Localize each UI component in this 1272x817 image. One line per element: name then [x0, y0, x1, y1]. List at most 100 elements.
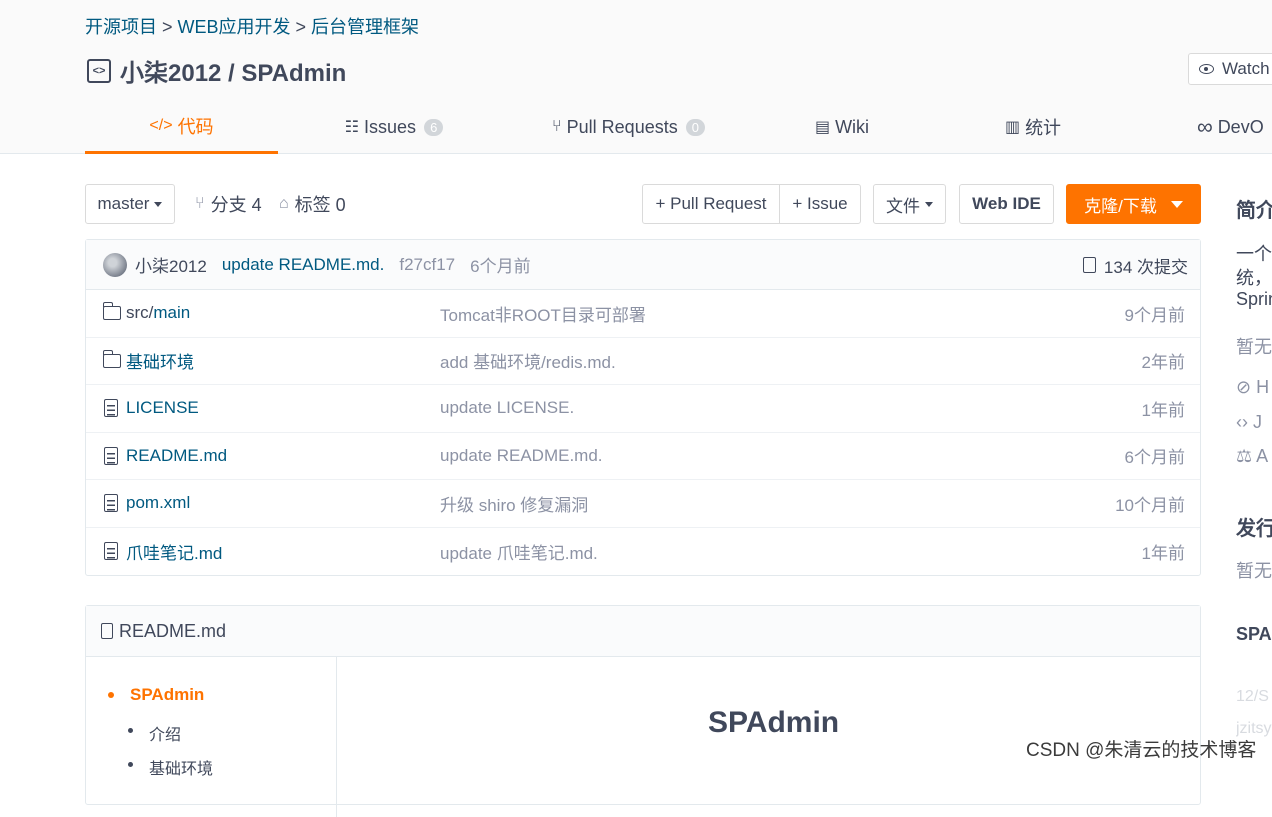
language-icon: ‹› J [1236, 412, 1262, 432]
eye-icon [1199, 64, 1214, 74]
intro-text-line: Sprin [1236, 289, 1272, 309]
file-name[interactable]: 爪哇笔记.md [126, 539, 222, 564]
file-row[interactable]: LICENSE update LICENSE. 1年前 [86, 385, 1200, 433]
folder-icon [102, 302, 121, 320]
file-name[interactable]: src/main [126, 303, 190, 323]
tab-label: 代码 [177, 116, 214, 137]
breadcrumb-item-admin-framework[interactable]: 后台管理框架 [311, 17, 419, 37]
new-pull-request-button[interactable]: + Pull Request [642, 184, 780, 224]
commit-count-link[interactable]: 134 次提交 [1082, 240, 1188, 290]
tab-label: DevO [1217, 116, 1264, 137]
pull-requests-count-badge: 0 [685, 118, 705, 136]
tab-devops[interactable]: ∞ DevO [1197, 100, 1272, 154]
intro-title: 简介 [1236, 200, 1272, 222]
file-time: 10个月前 [1115, 495, 1185, 515]
breadcrumb-separator: > [295, 17, 307, 37]
tag-icon: ⌂ [279, 195, 289, 212]
chevron-down-icon [1170, 200, 1183, 208]
tab-issues[interactable]: ☷ Issues 6 [344, 100, 444, 154]
branch-select-value: master [97, 194, 150, 213]
toc-item-env[interactable]: 基础环境 [127, 755, 213, 779]
license-icon: ⚖ A [1236, 446, 1269, 466]
toc-item-spadmin[interactable]: SPAdmin [107, 685, 204, 705]
repo-sidebar: 简介 一个 统， Sprin 暂无 ⊘ H ‹› J ⚖ A 发行 暂无 SPA… [1236, 184, 1272, 766]
watermark: CSDN @朱清云的技术博客 [1026, 740, 1257, 761]
watch-button[interactable]: Watch [1188, 53, 1272, 85]
commit-message[interactable]: update README.md. [222, 255, 385, 275]
branches-count: 分支 4 [210, 195, 262, 215]
file-row[interactable]: pom.xml 升级 shiro 修复漏洞 10个月前 [86, 480, 1200, 528]
files-label: 文件 [886, 196, 920, 216]
code-icon: </> [149, 116, 173, 134]
tab-wiki[interactable]: ▤ Wiki [813, 100, 871, 154]
file-list: 小柒2012 update README.md. f27cf17 6个月前 13… [85, 239, 1201, 576]
file-name[interactable]: LICENSE [126, 398, 199, 418]
repo-header: 开源项目 > WEB应用开发 > 后台管理框架 <> 小柒2012 / SPAdmin … [0, 0, 1272, 154]
breadcrumb-item-open-source[interactable]: 开源项目 [85, 17, 157, 37]
releases-title: 发行 [1236, 518, 1272, 540]
commit-count: 134 次提交 [1103, 257, 1188, 277]
file-icon [104, 446, 118, 465]
files-dropdown[interactable]: 文件 [873, 184, 946, 224]
avatar[interactable] [103, 252, 127, 277]
tags-link[interactable]: ⌂ 标签 0 [279, 184, 346, 224]
file-icon [104, 494, 118, 512]
tab-label: Wiki [835, 116, 870, 137]
repo-title[interactable]: 小柒2012 / SPAdmin [120, 53, 346, 88]
file-commit-message[interactable]: Tomcat非ROOT目录可部署 [440, 301, 646, 326]
commit-author[interactable]: 小柒2012 [135, 252, 207, 277]
clone-label: 克隆/下载 [1084, 196, 1157, 216]
tags-count: 标签 0 [294, 195, 346, 215]
file-time: 9个月前 [1124, 305, 1185, 325]
file-name[interactable]: pom.xml [126, 493, 190, 513]
file-commit-message[interactable]: update LICENSE. [440, 398, 574, 418]
issues-icon: ☷ [344, 119, 360, 136]
clone-download-button[interactable]: 克隆/下载 [1066, 184, 1201, 224]
file-commit-message[interactable]: update README.md. [440, 446, 603, 466]
toc-item-intro[interactable]: 介绍 [127, 721, 181, 745]
intro-text-line: 一个 [1236, 244, 1272, 264]
commit-time: 6个月前 [470, 257, 531, 276]
branch-icon: ⑂ [195, 195, 205, 212]
branches-link[interactable]: ⑂ 分支 4 [195, 184, 262, 224]
pull-request-icon: ⑂ [552, 118, 562, 135]
file-time: 1年前 [1141, 543, 1185, 563]
file-time: 1年前 [1141, 400, 1185, 420]
latest-commit: 小柒2012 update README.md. f27cf17 6个月前 13… [86, 240, 1200, 290]
readme-panel: README.md SPAdmin 介绍 基础环境 SPAdmin [85, 605, 1201, 817]
repo-tabs: </> 代码 ☷ Issues 6 ⑂ Pull Requests 0 ▤ Wi… [85, 100, 1272, 154]
file-commit-message[interactable]: add 基础环境/redis.md. [440, 348, 616, 373]
file-row[interactable]: README.md update README.md. 6个月前 [86, 433, 1200, 480]
repo-code-icon: <> [87, 58, 111, 83]
file-name[interactable]: README.md [126, 446, 227, 466]
readme-filename: README.md [119, 620, 227, 641]
tab-pull-requests[interactable]: ⑂ Pull Requests 0 [551, 100, 706, 154]
chevron-down-icon [925, 201, 933, 207]
intro-text-line: 统， [1236, 268, 1272, 288]
commit-sha[interactable]: f27cf17 [399, 255, 455, 275]
wiki-icon: ▤ [814, 119, 831, 136]
tab-label: Issues [364, 116, 417, 137]
folder-icon [102, 349, 121, 368]
breadcrumb: 开源项目 > WEB应用开发 > 后台管理框架 [85, 13, 419, 39]
repo-title-row: <> 小柒2012 / SPAdmin [87, 53, 346, 88]
devops-icon: ∞ [1197, 114, 1213, 139]
watch-label: Watch [1222, 59, 1270, 78]
new-issue-button[interactable]: + Issue [779, 184, 861, 224]
tab-label: 统计 [1025, 118, 1062, 138]
breadcrumb-item-web-dev[interactable]: WEB应用开发 [178, 17, 291, 37]
file-commit-message[interactable]: update 爪哇笔记.md. [440, 539, 598, 564]
file-time: 2年前 [1141, 353, 1185, 373]
branch-select[interactable]: master [85, 184, 175, 224]
file-name[interactable]: 基础环境 [126, 348, 194, 373]
tab-stats[interactable]: ▥ 统计 [1004, 100, 1062, 154]
tab-label: Pull Requests [566, 116, 678, 137]
file-row[interactable]: src/main Tomcat非ROOT目录可部署 9个月前 [86, 290, 1200, 338]
breadcrumb-separator: > [162, 17, 173, 37]
file-row[interactable]: 基础环境 add 基础环境/redis.md. 2年前 [86, 338, 1200, 385]
file-row[interactable]: 爪哇笔记.md update 爪哇笔记.md. 1年前 [86, 528, 1200, 576]
web-ide-button[interactable]: Web IDE [959, 184, 1054, 224]
link-icon: ⊘ H [1236, 377, 1270, 397]
tab-code[interactable]: </> 代码 [85, 100, 278, 154]
file-commit-message[interactable]: 升级 shiro 修复漏洞 [440, 491, 588, 516]
